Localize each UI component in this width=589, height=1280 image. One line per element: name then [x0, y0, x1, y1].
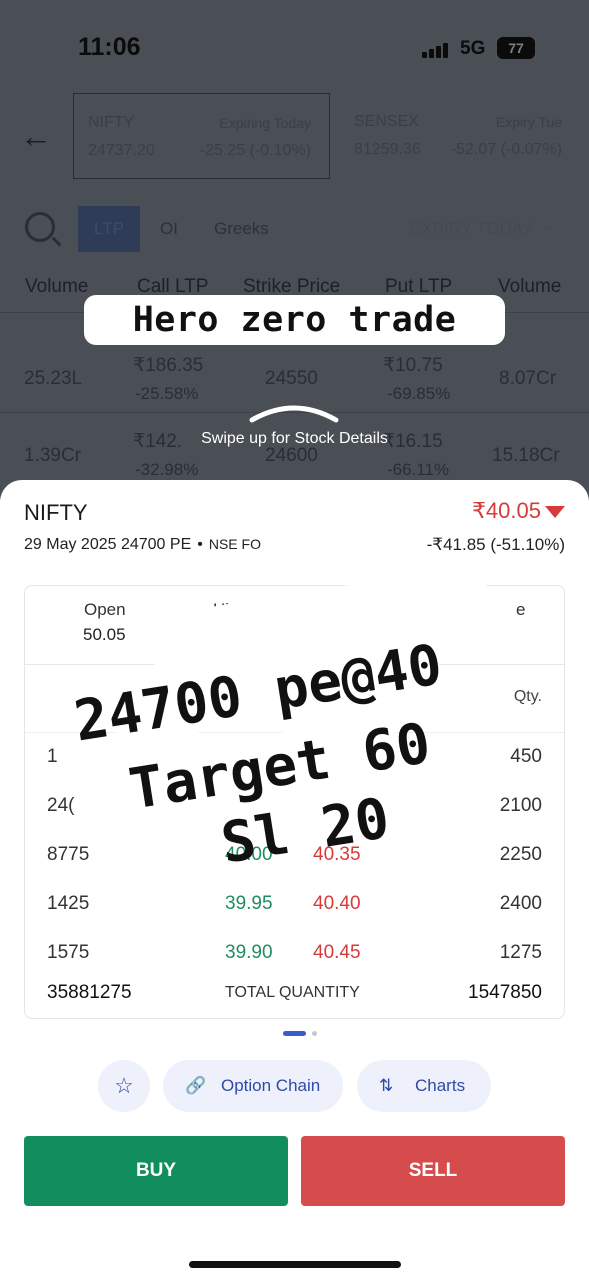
- buy-button[interactable]: BUY: [24, 1136, 288, 1206]
- dimmed-background: 11:06 5G 77 ← NIFTY Expiring Today 24737…: [0, 0, 589, 500]
- back-arrow-icon[interactable]: ←: [20, 118, 52, 155]
- ask-price: 40.45: [313, 942, 361, 963]
- call-volume: 1.39Cr: [24, 445, 82, 466]
- bid-qty: 8775: [47, 844, 90, 865]
- expiry-select[interactable]: EXPIRY TODAY: [410, 219, 533, 239]
- battery-icon: 77: [497, 37, 535, 59]
- charts-button[interactable]: ⇅ Charts: [357, 1060, 491, 1112]
- page-dot: [312, 1031, 317, 1036]
- option-chain-button[interactable]: 🔗 Option Chain: [163, 1060, 343, 1112]
- bid-qty: 1425: [47, 893, 90, 914]
- strike-price: 24600: [265, 445, 318, 466]
- call-ltp: ₹186.35: [133, 355, 204, 376]
- chevron-down-icon[interactable]: ⌄: [540, 216, 553, 236]
- index-expiry: Expiry Tue: [495, 114, 562, 130]
- contract-name: 29 May 2025 24700 PE: [24, 536, 192, 553]
- column-header: Volume: [498, 276, 562, 297]
- qty-header: Qty.: [513, 688, 542, 705]
- status-bar: 11:06 5G 77: [0, 0, 589, 90]
- price-value: ₹40.05: [471, 498, 541, 523]
- put-volume: 8.07Cr: [499, 368, 557, 389]
- index-value: 81259.36: [354, 141, 421, 158]
- ask-qty: 1275: [499, 942, 542, 963]
- hero-zero-badge: Hero zero trade: [84, 295, 505, 345]
- index-card-sensex[interactable]: SENSEX Expiry Tue 81259.36 -52.07 (-0.07…: [340, 93, 580, 179]
- total-bid-qty: 35881275: [47, 982, 132, 1003]
- call-volume: 25.23L: [24, 368, 83, 389]
- contract-info: 29 May 2025 24700 PE • NSE FO: [24, 536, 261, 553]
- index-change: -25.25 (-0.10%): [199, 142, 311, 159]
- open-value: 50.05: [83, 625, 126, 644]
- tab-greeks[interactable]: Greeks: [214, 206, 269, 252]
- total-quantity-label: TOTAL QUANTITY: [225, 984, 360, 1001]
- price-change: -₹41.85 (-51.10%): [426, 535, 565, 554]
- page-dot-active: [283, 1031, 306, 1036]
- exchange-label: NSE FO: [208, 536, 261, 552]
- option-chain-label: Option Chain: [221, 1076, 321, 1095]
- index-card-nifty[interactable]: NIFTY Expiring Today 24737.20 -25.25 (-0…: [73, 93, 330, 179]
- add-watchlist-button[interactable]: ☆: [98, 1060, 150, 1112]
- column-header: Volume: [25, 276, 89, 297]
- link-icon: 🔗: [185, 1076, 207, 1095]
- call-change: -25.58%: [135, 384, 199, 403]
- put-volume: 15.18Cr: [492, 445, 560, 466]
- put-ltp: ₹10.75: [383, 355, 443, 376]
- open-label: Open: [84, 600, 126, 619]
- chart-icon: ⇅: [379, 1076, 394, 1095]
- ask-qty: 2400: [499, 893, 542, 914]
- home-indicator[interactable]: [189, 1261, 401, 1268]
- last-price: ₹40.05: [472, 498, 565, 524]
- bid-qty: 1575: [47, 942, 90, 963]
- strike-price: 24550: [265, 368, 318, 389]
- tab-ltp[interactable]: LTP: [78, 206, 140, 252]
- instrument-symbol: NIFTY: [24, 500, 88, 525]
- put-change: -69.85%: [387, 384, 451, 403]
- swipe-hint: Swipe up for Stock Details: [201, 430, 388, 447]
- put-change: -66.11%: [387, 460, 450, 479]
- status-time: 11:06: [78, 33, 141, 61]
- swipe-up-icon[interactable]: [248, 402, 340, 424]
- charts-label: Charts: [415, 1076, 466, 1095]
- index-name: SENSEX: [354, 113, 419, 130]
- bid-qty: 24(: [47, 795, 75, 816]
- call-change: -32.98%: [135, 460, 199, 479]
- search-icon[interactable]: [25, 212, 55, 242]
- bid-qty: 1: [47, 746, 58, 767]
- index-expiry: Expiring Today: [219, 115, 311, 131]
- bid-price: 39.95: [225, 893, 273, 914]
- sell-button[interactable]: SELL: [301, 1136, 565, 1206]
- ask-price: 40.40: [313, 893, 361, 914]
- index-name: NIFTY: [88, 114, 135, 131]
- close-label: e: [516, 600, 526, 619]
- signal-icon: [422, 40, 452, 58]
- tab-oi[interactable]: OI: [160, 206, 178, 252]
- down-triangle-icon: [545, 506, 565, 519]
- index-change: -52.07 (-0.07%): [450, 141, 562, 158]
- star-plus-icon: ☆: [114, 1073, 134, 1098]
- total-ask-qty: 1547850: [468, 982, 542, 1003]
- ask-qty: 2250: [499, 844, 542, 865]
- ask-qty: 2100: [499, 795, 542, 816]
- network-label: 5G: [460, 38, 486, 59]
- bid-price: 39.90: [225, 942, 273, 963]
- ask-qty: 450: [510, 746, 542, 767]
- index-value: 24737.20: [88, 142, 155, 159]
